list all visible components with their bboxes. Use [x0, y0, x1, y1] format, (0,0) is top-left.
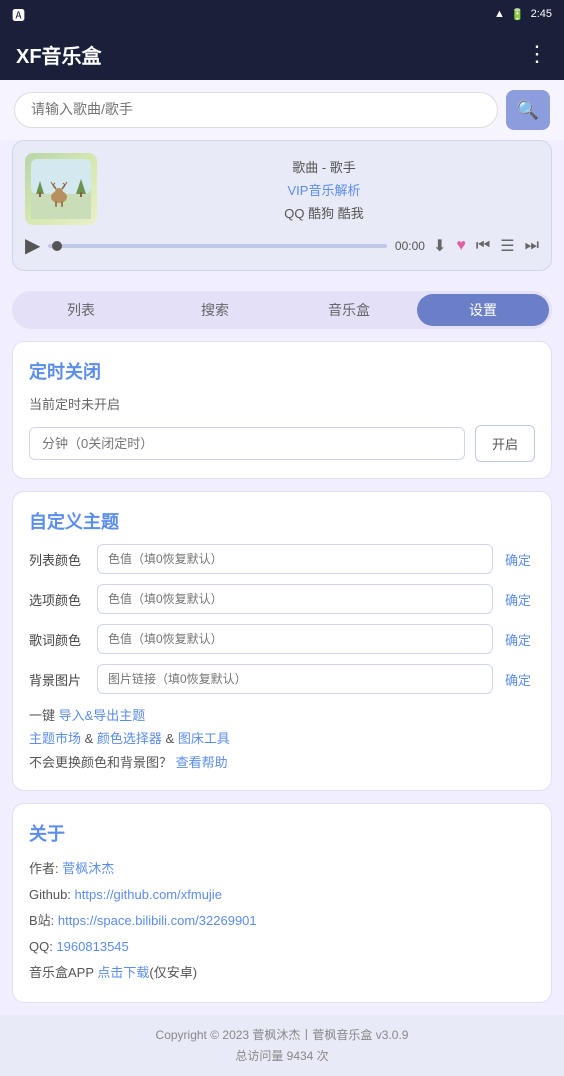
- time-display: 2:45: [531, 8, 552, 20]
- search-bar: 🔍: [0, 80, 564, 140]
- theme-actions: 一键 导入&导出主题 主题市场 & 颜色选择器 & 图床工具 不会更换颜色和背景…: [29, 704, 535, 774]
- theme-option-confirm[interactable]: 确定: [501, 590, 535, 609]
- more-button[interactable]: ⋮: [526, 41, 548, 67]
- qq-link[interactable]: 1960813545: [56, 939, 128, 954]
- theme-option-input[interactable]: [97, 584, 493, 614]
- theme-section: 自定义主题 列表颜色 确定 选项颜色 确定 歌词颜色 确定 背景图片 确定 一键…: [12, 491, 552, 791]
- song-title: 歌曲 - 歌手: [109, 157, 539, 176]
- theme-list-label: 列表颜色: [29, 550, 89, 569]
- about-app: 音乐盒APP 点击下载(仅安卓): [29, 960, 535, 986]
- status-bar: 🅰 ▲ 🔋 2:45: [0, 0, 564, 28]
- tabs: 列表 搜索 音乐盒 设置: [12, 291, 552, 329]
- timer-status: 当前定时未开启: [29, 394, 535, 413]
- search-icon: 🔍: [517, 100, 539, 121]
- tab-list[interactable]: 列表: [15, 294, 147, 326]
- theme-title: 自定义主题: [29, 508, 535, 534]
- theme-help-line: 不会更换颜色和背景图？ 查看帮助: [29, 751, 535, 774]
- album-art: [25, 153, 97, 225]
- time-label: 00:00: [395, 239, 425, 253]
- about-title: 关于: [29, 820, 535, 846]
- timer-section: 定时关闭 当前定时未开启 开启: [12, 341, 552, 479]
- player-card: 歌曲 - 歌手 VIP音乐解析 QQ 酷狗 酷我 ▶ 00:00 ⬇ ♥ ⏮ ☰…: [12, 140, 552, 271]
- search-button[interactable]: 🔍: [506, 90, 550, 130]
- github-link[interactable]: https://github.com/xfmujie: [75, 887, 222, 902]
- theme-lyrics-confirm[interactable]: 确定: [501, 630, 535, 649]
- tab-settings[interactable]: 设置: [417, 294, 549, 326]
- bilibili-link[interactable]: https://space.bilibili.com/32269901: [58, 913, 257, 928]
- theme-export-line: 一键 导入&导出主题: [29, 704, 535, 727]
- content: 定时关闭 当前定时未开启 开启 自定义主题 列表颜色 确定 选项颜色 确定 歌词…: [0, 329, 564, 1015]
- download-icon[interactable]: ⬇: [433, 236, 446, 256]
- theme-list-input[interactable]: [97, 544, 493, 574]
- theme-row-bg: 背景图片 确定: [29, 664, 535, 694]
- tab-musicbox[interactable]: 音乐盒: [283, 294, 415, 326]
- image-bed-link[interactable]: 图床工具: [178, 731, 230, 746]
- ctrl-icons: ⬇ ♥ ⏮ ☰ ⏭: [433, 236, 539, 256]
- footer-visits: 总访问量 9434 次: [10, 1046, 554, 1066]
- about-section: 关于 作者: 菅枫沐杰 Github: https://github.com/x…: [12, 803, 552, 1003]
- help-link[interactable]: 查看帮助: [176, 755, 228, 770]
- tabs-wrap: 列表 搜索 音乐盒 设置: [0, 283, 564, 329]
- theme-bg-input[interactable]: [97, 664, 493, 694]
- heart-icon[interactable]: ♥: [456, 237, 466, 255]
- about-author: 作者: 菅枫沐杰: [29, 856, 535, 882]
- theme-lyrics-input[interactable]: [97, 624, 493, 654]
- about-qq: QQ: 1960813545: [29, 934, 535, 960]
- theme-row-lyrics: 歌词颜色 确定: [29, 624, 535, 654]
- player-controls: ▶ 00:00 ⬇ ♥ ⏮ ☰ ⏭: [25, 233, 539, 258]
- wifi-icon: ▲: [494, 8, 505, 20]
- search-input-wrap: [14, 92, 498, 128]
- theme-bg-confirm[interactable]: 确定: [501, 670, 535, 689]
- timer-input[interactable]: [29, 427, 465, 460]
- progress-bar[interactable]: [48, 244, 387, 248]
- prev-icon[interactable]: ⏮: [476, 237, 490, 255]
- about-github: Github: https://github.com/xfmujie: [29, 882, 535, 908]
- timer-enable-button[interactable]: 开启: [475, 425, 535, 462]
- app-title: XF音乐盒: [16, 40, 102, 69]
- theme-market-link[interactable]: 主题市场: [29, 731, 81, 746]
- play-button[interactable]: ▶: [25, 233, 40, 258]
- download-link[interactable]: 点击下载: [97, 965, 149, 980]
- search-input[interactable]: [31, 101, 481, 117]
- progress-dot: [52, 241, 62, 251]
- about-bilibili: B站: https://space.bilibili.com/32269901: [29, 908, 535, 934]
- timer-title: 定时关闭: [29, 358, 535, 384]
- footer: Copyright © 2023 菅枫沐杰丨菅枫音乐盒 v3.0.9 总访问量 …: [0, 1015, 564, 1076]
- theme-row-option: 选项颜色 确定: [29, 584, 535, 614]
- timer-input-row: 开启: [29, 425, 535, 462]
- player-info: 歌曲 - 歌手 VIP音乐解析 QQ 酷狗 酷我: [109, 153, 539, 222]
- about-content: 作者: 菅枫沐杰 Github: https://github.com/xfmu…: [29, 856, 535, 986]
- battery-icon: 🔋: [511, 8, 525, 21]
- theme-market-line: 主题市场 & 颜色选择器 & 图床工具: [29, 727, 535, 750]
- next-icon[interactable]: ⏭: [525, 237, 539, 255]
- theme-export-link[interactable]: 导入&导出主题: [59, 708, 146, 723]
- color-picker-link[interactable]: 颜色选择器: [97, 731, 162, 746]
- vip-label[interactable]: VIP音乐解析: [109, 180, 539, 199]
- footer-copyright: Copyright © 2023 菅枫沐杰丨菅枫音乐盒 v3.0.9: [10, 1025, 554, 1045]
- top-bar: XF音乐盒 ⋮: [0, 28, 564, 80]
- theme-list-confirm[interactable]: 确定: [501, 550, 535, 569]
- album-art-image: [31, 159, 91, 219]
- theme-row-list: 列表颜色 确定: [29, 544, 535, 574]
- platforms: QQ 酷狗 酷我: [109, 203, 539, 222]
- theme-lyrics-label: 歌词颜色: [29, 630, 89, 649]
- author-link[interactable]: 菅枫沐杰: [62, 861, 114, 876]
- android-icon: 🅰: [12, 5, 25, 24]
- theme-bg-label: 背景图片: [29, 670, 89, 689]
- tab-search[interactable]: 搜索: [149, 294, 281, 326]
- list-icon[interactable]: ☰: [500, 236, 514, 256]
- theme-option-label: 选项颜色: [29, 590, 89, 609]
